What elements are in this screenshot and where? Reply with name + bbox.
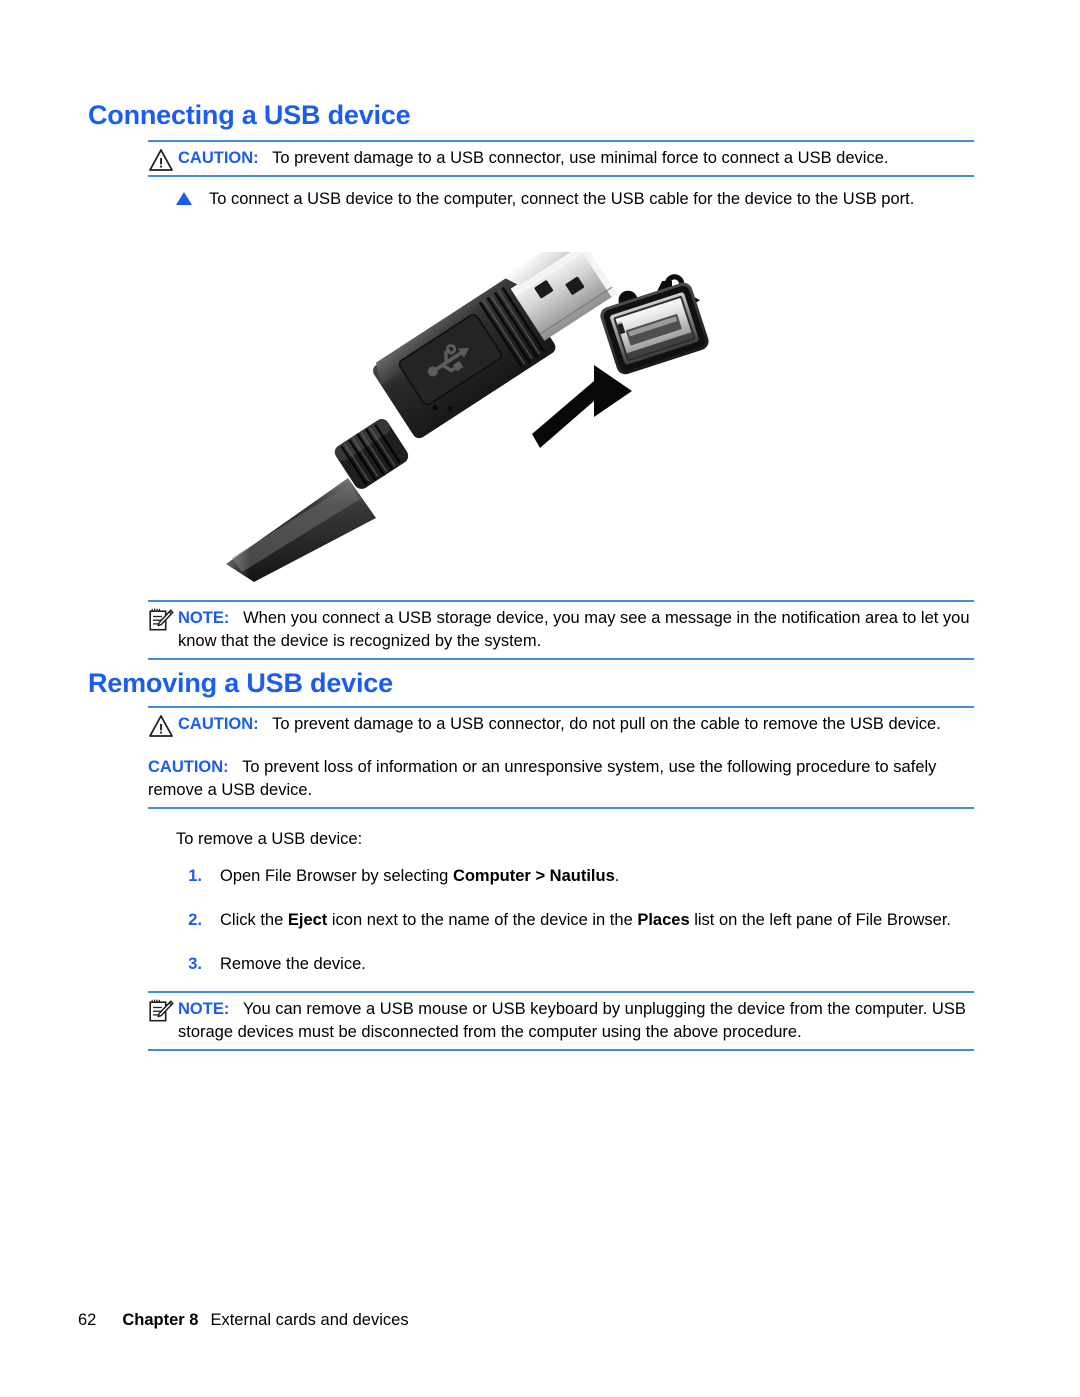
note-message: You can remove a USB mouse or USB keyboa… [178, 1000, 966, 1041]
page-footer: 62 Chapter 8 External cards and devices [78, 1311, 409, 1330]
step-text: Click the Eject icon next to the name of… [220, 911, 952, 929]
note-text: NOTE: You can remove a USB mouse or USB … [178, 998, 974, 1044]
note-text: NOTE: When you connect a USB storage dev… [178, 607, 974, 653]
caution-label-1: CAUTION: [178, 715, 259, 733]
warning-triangle-icon [148, 148, 174, 172]
step-number: 1. [188, 867, 202, 885]
step-emphasis: Eject [287, 911, 328, 929]
caution-text: CAUTION: To prevent damage to a USB conn… [178, 147, 974, 170]
caution-label: CAUTION: [178, 149, 259, 167]
remove-steps-list: 1. Open File Browser by selecting Comput… [176, 865, 974, 976]
note-label: NOTE: [178, 609, 230, 627]
footer-chapter-title: External cards and devices [210, 1311, 409, 1329]
step-emphasis: Places [637, 911, 690, 929]
step-text: Open File Browser by selecting Computer … [220, 867, 620, 885]
footer-chapter: Chapter 8 [122, 1311, 199, 1329]
caution-message-1: To prevent damage to a USB connector, do… [272, 715, 941, 733]
list-item: 2. Click the Eject icon next to the name… [176, 909, 974, 932]
insertion-arrow [532, 365, 632, 448]
bullet-text: To connect a USB device to the computer,… [209, 190, 915, 208]
usb-cable-and-port-illustration [180, 252, 740, 582]
step-number: 3. [188, 955, 202, 973]
caution-message: To prevent damage to a USB connector, us… [272, 149, 889, 167]
caution-text-1: CAUTION: To prevent damage to a USB conn… [178, 713, 974, 736]
remove-intro-paragraph: To remove a USB device: [176, 830, 363, 848]
footer-page-number: 62 [78, 1311, 97, 1329]
note-message: When you connect a USB storage device, y… [178, 609, 970, 650]
caution-box-connecting: CAUTION: To prevent damage to a USB conn… [148, 140, 974, 177]
note-box-connecting: NOTE: When you connect a USB storage dev… [148, 600, 974, 660]
caution-spacer [148, 736, 974, 756]
list-item: 3. Remove the device. [176, 953, 974, 976]
document-page: Connecting a USB device CAUTION: To prev… [0, 0, 1080, 1397]
usb-illustration-svg [180, 252, 709, 582]
step-number: 2. [188, 911, 202, 929]
caution-label-2: CAUTION: [148, 758, 229, 776]
bullet-connect-instruction: To connect a USB device to the computer,… [176, 188, 974, 211]
warning-triangle-icon [148, 714, 174, 738]
list-item: 1. Open File Browser by selecting Comput… [176, 865, 974, 888]
note-pad-pencil-icon [148, 999, 174, 1023]
caution-text-2: CAUTION: To prevent loss of information … [148, 756, 974, 802]
caution-box-removing: CAUTION: To prevent damage to a USB conn… [148, 706, 974, 809]
strain-relief [334, 418, 409, 489]
page-title-removing-usb: Removing a USB device [88, 668, 393, 698]
note-box-removing: NOTE: You can remove a USB mouse or USB … [148, 991, 974, 1051]
note-label: NOTE: [178, 1000, 230, 1018]
note-pad-pencil-icon [148, 608, 174, 632]
step-text: Remove the device. [220, 955, 366, 973]
caution-message-2: To prevent loss of information or an unr… [148, 758, 937, 799]
cable [180, 478, 376, 582]
step-emphasis: Computer > Nautilus [452, 867, 615, 885]
page-title-connecting-usb: Connecting a USB device [88, 100, 411, 130]
triangle-bullet-icon [176, 192, 192, 205]
